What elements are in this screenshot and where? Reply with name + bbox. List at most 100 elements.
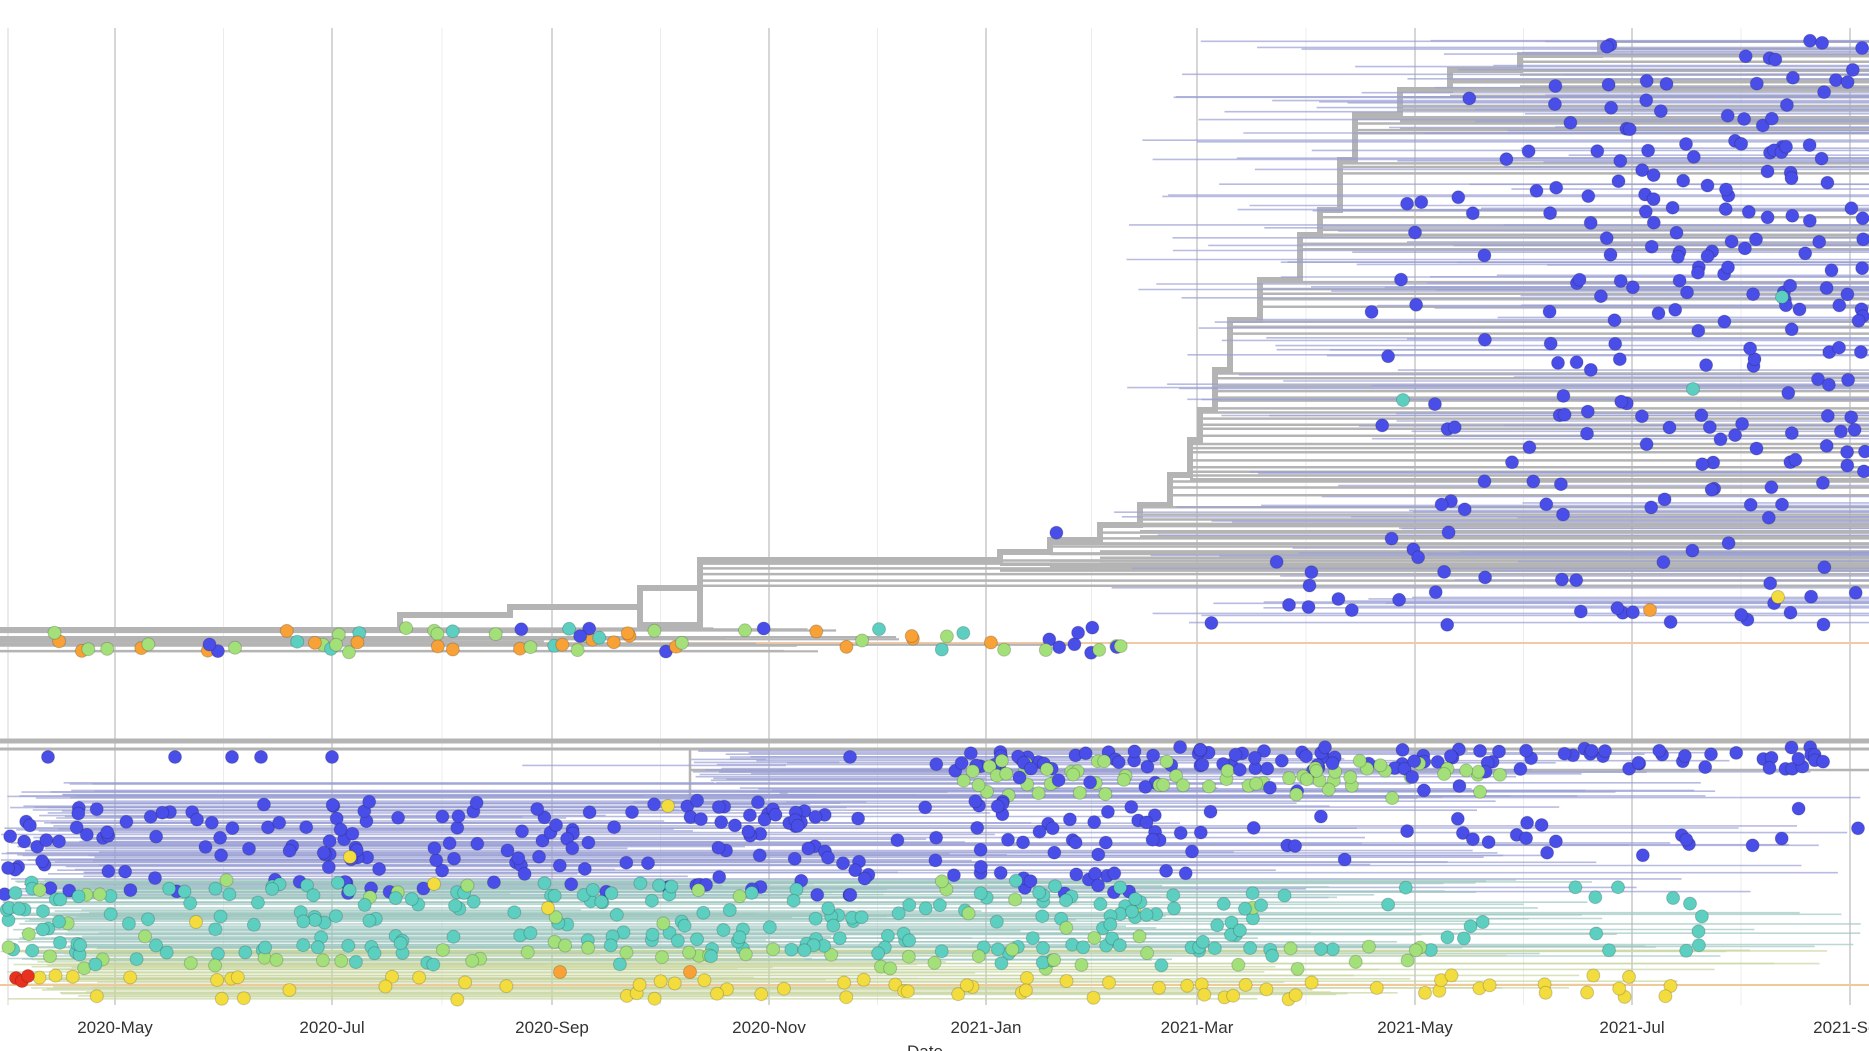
tip-point [1569,355,1584,370]
tip-point [103,907,118,922]
tip-point [1851,313,1866,328]
tip-point [1465,206,1480,221]
tip-point [1691,938,1706,953]
tip-point [1686,382,1700,396]
tip-point [1440,930,1455,945]
tip-point [1522,440,1537,455]
tip-point [426,957,441,972]
tip-point [1735,416,1750,431]
tip-point [488,627,503,642]
tip-point [118,864,133,879]
tip-point [927,955,942,970]
tip-point [1254,898,1269,913]
tip-point [333,822,348,837]
tip-point [711,800,726,814]
tip-point [348,955,363,969]
tip-point [1216,896,1231,911]
tip-point [738,623,752,638]
tip-point [190,812,204,827]
tip-point [1663,615,1678,629]
tip-point [1301,600,1316,614]
tip-point [515,824,529,839]
tip-point [1473,784,1487,799]
tip-point [1447,420,1462,435]
tip-point [1851,821,1865,836]
tip-point [412,970,427,985]
tip-point [547,888,562,903]
tip-point [1444,968,1459,983]
tip-point [750,795,765,810]
tip-point [1802,213,1817,228]
tip-point [656,916,671,931]
tip-point [1364,304,1379,319]
tip-point [1802,138,1817,153]
tip-point [1820,408,1835,423]
tip-point [210,946,225,961]
tip-point [1612,981,1627,996]
tip-point [514,622,529,637]
tip-point [973,859,988,874]
tip-point [674,635,689,650]
tip-point [282,843,297,858]
tip-point [722,903,737,917]
tip-point [315,953,330,968]
tip-point [162,881,177,896]
tip-point [1451,190,1466,205]
x-tick-label: 2020-Jul [299,1018,364,1037]
tip-point [1717,314,1732,329]
tip-point [1471,764,1486,779]
tip-point [1132,929,1147,944]
tip-point [1695,457,1710,472]
tip-point [555,637,570,652]
tip-point [1159,754,1174,769]
tip-point [48,968,63,983]
tip-point [612,957,627,972]
tip-point [1019,971,1034,985]
tip-point [1409,297,1424,312]
tip-point [1646,215,1661,230]
tip-point [1702,420,1717,435]
tip-point [435,943,450,957]
tip-point [1519,743,1534,758]
tip-point [1783,605,1798,620]
tip-point [1613,274,1628,288]
tip-point [809,624,824,639]
tip-point [1173,740,1188,755]
tip-point [607,820,622,835]
x-tick-label: 2020-Sep [515,1018,589,1037]
tip-point [362,794,377,809]
tip-point [1243,941,1258,955]
tip-point [1845,62,1860,77]
tip-point [1304,565,1319,580]
tip-point [362,913,377,928]
tip-point [1127,744,1142,759]
tip-point [1685,543,1700,558]
tip-point [1463,919,1478,934]
tip-point [159,945,174,960]
tip-point [1625,280,1640,295]
tip-point [1844,410,1859,425]
tip-point [1337,852,1352,867]
tip-point [1741,204,1756,219]
tip-point [1111,755,1126,770]
tip-point [1107,866,1122,881]
tip-point [138,929,152,944]
tip-point [625,805,639,820]
tip-point [1499,152,1514,167]
tip-point [39,833,54,848]
tip-point [1226,988,1241,1003]
tip-point [1599,231,1614,246]
tip-point [1743,497,1758,512]
tip-point [460,878,475,893]
tip-point [880,928,895,943]
tip-point [1072,785,1087,800]
tip-point [208,881,223,896]
tip-point [1318,740,1332,755]
tip-point [963,746,978,761]
tip-point [1125,904,1139,919]
tip-point [1185,844,1199,859]
tip-point [837,975,852,990]
tip-point [1581,189,1596,204]
tip-point [690,793,705,808]
x-tick-label: 2020-Nov [732,1018,806,1037]
